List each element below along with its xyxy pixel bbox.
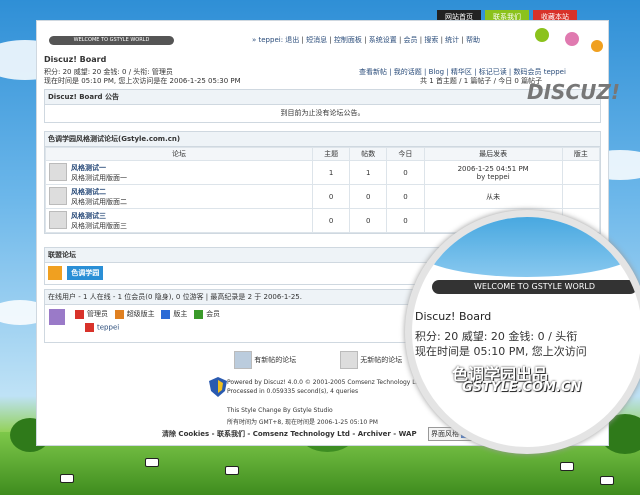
lens-board-title: Discuz! Board	[415, 310, 492, 323]
last-post: 从未	[423, 184, 563, 209]
post-count: 0	[349, 208, 388, 233]
legend-label: 管理员	[87, 310, 108, 318]
cow	[600, 476, 614, 485]
board-stats: 共 1 首主题 / 1 篇帖子 / 今日 0 篇帖子	[420, 77, 543, 85]
cow	[60, 474, 74, 483]
announcement-box: Discuz! Board 公告 到目前为止没有论坛公告。	[44, 89, 601, 123]
cow	[560, 462, 574, 471]
forum-name[interactable]: 风格测试一	[71, 164, 106, 172]
legend-label: 版主	[173, 310, 188, 318]
lens-url: GSTYLE.COM.CN	[462, 380, 582, 395]
logo-text: DISCUZ!	[527, 80, 620, 104]
visit-time: 现在时间是 05:10 PM, 您上次访问是在 2006-1-25 05:30 …	[44, 77, 241, 85]
announcement-title: Discuz! Board 公告	[45, 90, 600, 105]
userbar-link[interactable]: 帮助	[466, 36, 480, 44]
topic-count: 0	[311, 208, 351, 233]
powered-by: Powered by Discuz! 4.0.0 © 2001-2005 Com…	[227, 379, 422, 386]
userbar-link[interactable]: 搜索	[424, 36, 438, 44]
no-new-legend: 无新帖的论坛	[340, 351, 402, 369]
forum-desc: 风格测试用版面二	[71, 197, 127, 206]
forum-desc: 风格测试用版面一	[71, 173, 127, 182]
partner-banner[interactable]: 色调学园	[67, 266, 104, 280]
legend-label: 会员	[206, 310, 221, 318]
col-header: 最后发表	[423, 147, 563, 161]
forum-group-title[interactable]: 色调学园风格测试论坛(Gstyle.com.cn)	[45, 132, 600, 147]
topic-count: 0	[311, 184, 351, 209]
userbar-link[interactable]: 短消息	[306, 36, 327, 44]
lens-stats: 积分: 20 威望: 20 金钱: 0 / 头衔	[415, 330, 578, 343]
userbar-link[interactable]: 控制面板	[334, 36, 362, 44]
table-row: 风格测试二 风格测试用版面二 0 0 0 从未	[45, 184, 601, 209]
legend-label: 超级版主	[126, 310, 155, 318]
forum-desc: 风格测试用版面三	[71, 221, 127, 230]
processed-time: Processed in 0.059335 second(s), 4 queri…	[227, 388, 359, 395]
no-new-icon	[340, 351, 358, 369]
welcome-banner: WELCOME TO GSTYLE WORLD	[49, 36, 174, 45]
topic-count: 1	[311, 160, 351, 185]
gmt-time: 所有时间为 GMT+8, 现在时间是 2006-1-25 05:10 PM	[227, 419, 378, 426]
post-count: 0	[349, 184, 388, 209]
footer-links[interactable]: 清除 Cookies - 联系我们 - Comsenz Technology L…	[162, 429, 417, 439]
lens-welcome-banner: WELCOME TO GSTYLE WORLD	[432, 280, 637, 294]
col-header: 帖数	[349, 147, 388, 161]
forum-name[interactable]: 风格测试二	[71, 188, 106, 196]
discuz-logo: DISCUZ!	[525, 28, 635, 106]
forum-name[interactable]: 风格测试三	[71, 212, 106, 220]
post-count: 1	[349, 160, 388, 185]
forum-status-icon	[49, 186, 67, 205]
new-posts-icon	[234, 351, 252, 369]
new-posts-legend: 有新帖的论坛	[234, 351, 296, 369]
col-header: 论坛	[45, 147, 313, 161]
member-icon	[194, 309, 204, 319]
online-icon	[49, 309, 65, 325]
today-count: 0	[386, 184, 425, 209]
userbar-link[interactable]: 统计	[445, 36, 459, 44]
cow	[145, 458, 159, 467]
user-bar: » teppei: 退出 | 短消息 | 控制面板 | 系统设置 | 会员 | …	[252, 36, 480, 44]
moderator-icon	[161, 309, 171, 319]
table-row: 风格测试一 风格测试用版面一 1 1 0 2006-1-25 04:51 PM by…	[45, 160, 601, 185]
announcement-text: 到目前为止没有论坛公告。	[280, 109, 365, 117]
link-logo-icon[interactable]	[48, 266, 62, 280]
userbar-link[interactable]: 系统设置	[369, 36, 397, 44]
style-credit[interactable]: This Style Change By Gstyle Studio	[227, 407, 333, 414]
board-title: Discuz! Board	[44, 55, 107, 64]
zoom-lens: WELCOME TO GSTYLE WORLD Discuz! Board 积分…	[405, 210, 640, 454]
online-user[interactable]: teppei	[97, 324, 119, 332]
col-header: 版主	[561, 147, 601, 161]
col-header: 今日	[386, 147, 425, 161]
lens-visit: 现在时间是 05:10 PM, 您上次访问	[415, 345, 587, 358]
last-post-by[interactable]: by teppei	[477, 173, 510, 181]
last-post[interactable]: 2006-1-25 04:51 PM	[458, 165, 529, 173]
admin-icon	[85, 323, 94, 332]
userbar-link[interactable]: 退出	[285, 36, 299, 44]
col-header: 主题	[311, 147, 351, 161]
supermod-icon	[114, 309, 124, 319]
forum-status-icon	[49, 162, 67, 181]
userbar-link[interactable]: 会员	[404, 36, 418, 44]
admin-icon	[75, 309, 84, 319]
cow	[225, 466, 239, 475]
today-count: 0	[386, 160, 425, 185]
shield-icon	[209, 377, 227, 397]
forum-status-icon	[49, 210, 67, 229]
